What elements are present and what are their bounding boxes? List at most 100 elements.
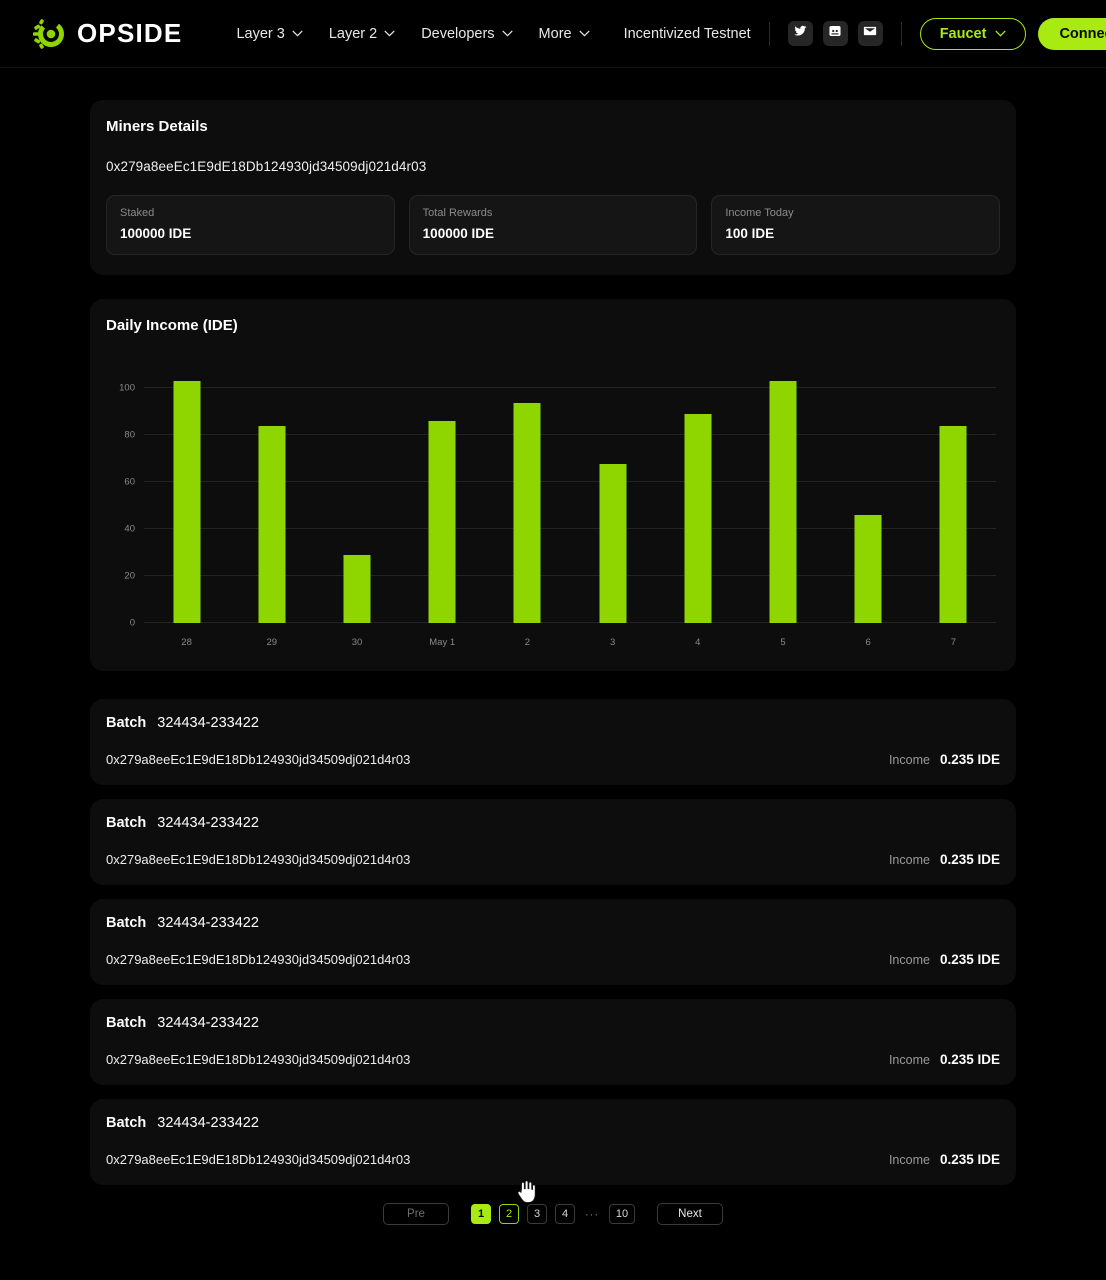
income-value: 0.235 IDE (940, 1152, 1000, 1167)
nav-item-incentivized-testnet[interactable]: Incentivized Testnet (624, 26, 751, 42)
income-value: 0.235 IDE (940, 752, 1000, 767)
pagination: Pre 1 2 3 4 ··· 10 Next (90, 1203, 1016, 1225)
batch-id: 324434-233422 (157, 715, 259, 731)
chart-x-tick-label: 5 (780, 637, 785, 648)
stat-value: 100 IDE (725, 226, 986, 241)
chart-y-tick-label: 80 (124, 430, 135, 441)
batch-header: Batch324434-233422 (106, 1015, 1000, 1031)
batch-row[interactable]: Batch 324434-233422 0x279a8eeEc1E9dE18Db12… (90, 1099, 1016, 1185)
chart-bar[interactable] (940, 426, 967, 623)
faucet-button[interactable]: Faucet (920, 18, 1027, 50)
content-wrapper: Miners Details 0x279a8eeEc1E9dE18Db12493… (90, 100, 1016, 1225)
pagination-page-3[interactable]: 3 (527, 1204, 547, 1224)
stat-value: 100000 IDE (120, 226, 381, 241)
nav-label: Developers (421, 26, 494, 42)
chart-bar[interactable] (599, 464, 626, 623)
chart-bar[interactable] (429, 421, 456, 623)
batch-id: 324434-233422 (157, 1115, 259, 1131)
income-value: 0.235 IDE (940, 1052, 1000, 1067)
chart-x-tick-label: May 1 (429, 637, 455, 648)
batch-row[interactable]: Batch324434-233422 0x279a8eeEc1E9dE18Db12… (90, 999, 1016, 1085)
chevron-down-icon (502, 30, 513, 37)
chart-y-tick-label: 0 (130, 618, 135, 629)
batch-header: Batch 324434-233422 (106, 1115, 1000, 1131)
miners-details-card: Miners Details 0x279a8eeEc1E9dE18Db12493… (90, 100, 1016, 275)
stat-income-today: Income Today 100 IDE (711, 195, 1000, 255)
chart-bar[interactable] (344, 555, 371, 623)
stat-total-rewards: Total Rewards 100000 IDE (409, 195, 698, 255)
batch-row[interactable]: Batch 324434-233422 0x279a8eeEc1E9dE18Db12… (90, 799, 1016, 885)
pagination-page-2[interactable]: 2 (499, 1204, 519, 1224)
twitter-link[interactable] (788, 21, 813, 46)
batch-address: 0x279a8eeEc1E9dE18Db124930jd34509dj021d4… (106, 1052, 410, 1067)
chart-y-tick-label: 40 (124, 524, 135, 535)
batch-income: Income 0.235 IDE (889, 1152, 1000, 1167)
nav-item-layer-2[interactable]: Layer 2 (329, 26, 395, 42)
nav-label: More (539, 26, 572, 42)
batch-income: Income 0.235 IDE (889, 1052, 1000, 1067)
social-links (788, 21, 883, 46)
batch-id: 324434-233422 (157, 915, 259, 931)
income-label: Income (889, 1153, 930, 1167)
pagination-page-4[interactable]: 4 (555, 1204, 575, 1224)
batch-details: 0x279a8eeEc1E9dE18Db124930jd34509dj021d4… (106, 1152, 1000, 1167)
pagination-next-button[interactable]: Next (657, 1203, 723, 1225)
batch-label: Batch (106, 815, 146, 831)
chart-x-tick-label: 4 (695, 637, 700, 648)
income-label: Income (889, 953, 930, 967)
stats-row: Staked 100000 IDE Total Rewards 100000 I… (106, 195, 1000, 255)
twitter-icon (793, 24, 807, 43)
batch-list: Batch 324434-233422 0x279a8eeEc1E9dE18Db12… (90, 699, 1016, 1185)
pagination-page-1[interactable]: 1 (471, 1204, 491, 1224)
opside-logo-icon (22, 17, 66, 51)
batch-address: 0x279a8eeEc1E9dE18Db124930jd34509dj021d4… (106, 1152, 410, 1167)
logo[interactable]: OPSIDE (22, 17, 182, 51)
batch-income: Income0.235 IDE (889, 852, 1000, 867)
batch-id: 324434-233422 (157, 815, 259, 831)
connect-wallet-button[interactable]: Connect Wallet (1038, 18, 1106, 50)
mail-icon (863, 24, 877, 43)
chevron-down-icon (995, 30, 1006, 37)
pagination-page-10[interactable]: 10 (609, 1204, 635, 1224)
pagination-prev-button[interactable]: Pre (383, 1203, 449, 1225)
nav-item-layer-3[interactable]: Layer 3 (236, 26, 302, 42)
batch-label: Batch (106, 1115, 146, 1131)
income-value: 0.235 IDE (940, 852, 1000, 867)
main-nav: Layer 3 Layer 2 Developers More Incentiv… (236, 26, 750, 42)
chart-x-tick-label: 3 (610, 637, 615, 648)
batch-row[interactable]: Batch324434-2334220x279a8eeEc1E9dE18Db12… (90, 699, 1016, 785)
faucet-label: Faucet (940, 26, 987, 42)
chart-bar[interactable] (514, 403, 541, 623)
chart-bar[interactable] (855, 515, 882, 623)
top-header: OPSIDE Layer 3 Layer 2 Developers More (0, 0, 1106, 68)
nav-item-more[interactable]: More (539, 26, 590, 42)
page-title: Miners Details (106, 118, 1000, 135)
nav-label: Layer 3 (236, 26, 284, 42)
batch-header: Batch 324434-233422 (106, 815, 1000, 831)
batch-details: 0x279a8eeEc1E9dE18Db124930jd34509dj021d4… (106, 952, 1000, 967)
chart-bar[interactable] (770, 381, 797, 623)
header-actions: Faucet Connect Wallet (751, 18, 1106, 50)
stat-label: Staked (120, 207, 381, 219)
batch-row[interactable]: Batch 324434-233422 0x279a8eeEc1E9dE18Db12… (90, 899, 1016, 985)
nav-item-developers[interactable]: Developers (421, 26, 512, 42)
header-divider-1 (769, 22, 770, 46)
chart-bar[interactable] (258, 426, 285, 623)
chart-bar[interactable] (173, 381, 200, 623)
batch-address: 0x279a8eeEc1E9dE18Db124930jd34509dj021d4… (106, 852, 410, 867)
batch-address: 0x279a8eeEc1E9dE18Db124930jd34509dj021d4… (106, 952, 410, 967)
chart-bar[interactable] (684, 414, 711, 623)
batch-label: Batch (106, 715, 146, 731)
stat-label: Income Today (725, 207, 986, 219)
mail-link[interactable] (858, 21, 883, 46)
chart-title: Daily Income (IDE) (106, 317, 1000, 334)
chart-x-tick-label: 6 (866, 637, 871, 648)
discord-link[interactable] (823, 21, 848, 46)
batch-details: 0x279a8eeEc1E9dE18Db124930jd34509dj021d4… (106, 1052, 1000, 1067)
batch-details: 0x279a8eeEc1E9dE18Db124930jd34509dj021d4… (106, 852, 1000, 867)
batch-label: Batch (106, 915, 146, 931)
batch-income: Income0.235 IDE (889, 752, 1000, 767)
income-label: Income (889, 1053, 930, 1067)
chevron-down-icon (384, 30, 395, 37)
batch-header: Batch 324434-233422 (106, 715, 1000, 731)
